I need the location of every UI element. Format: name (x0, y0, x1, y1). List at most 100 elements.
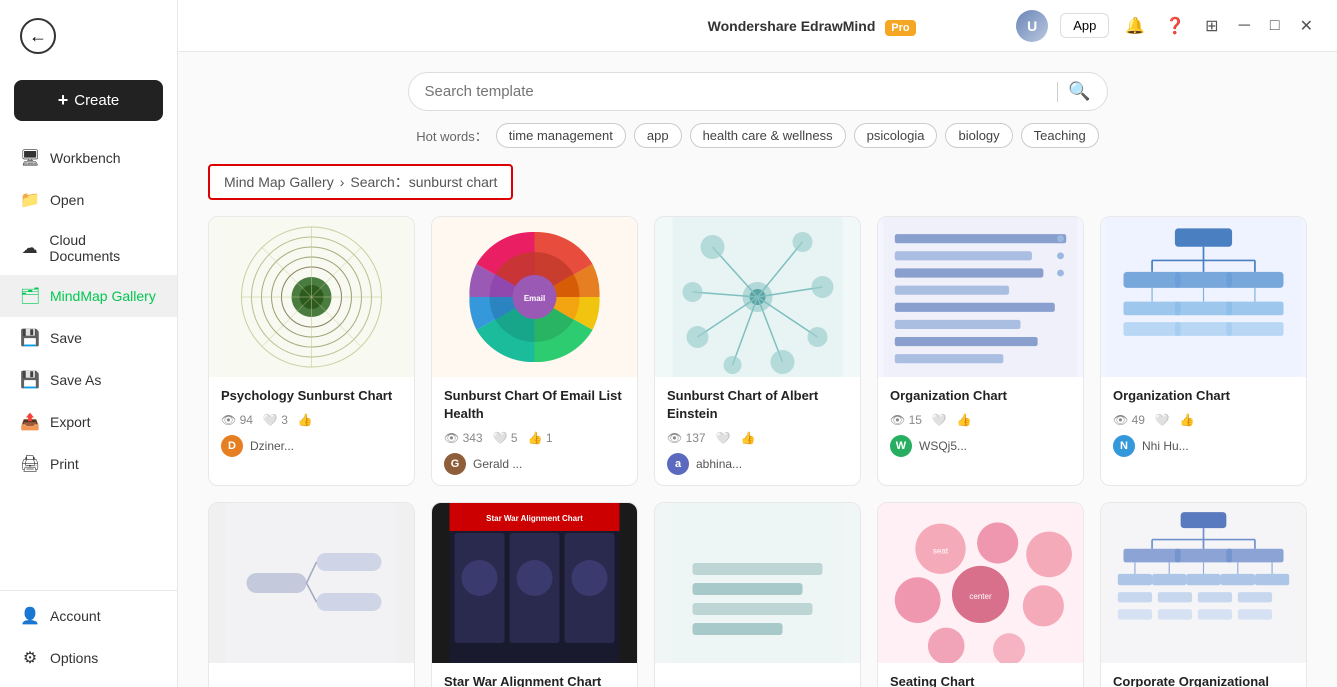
author-name-orgchart2: Nhi Hu... (1142, 439, 1189, 453)
close-icon[interactable]: ✕ (1296, 12, 1317, 40)
card-sunburst-email[interactable]: Email Sunburst Chart Of Email List Healt… (431, 216, 638, 486)
hot-tag-psicologia[interactable]: psicologia (854, 123, 938, 148)
card-thumb-orgchart2 (1101, 217, 1306, 377)
author-avatar-orgchart1: W (890, 435, 912, 457)
author-name-einstein: abhina... (696, 457, 742, 471)
hearts-orgchart2: 🤍 (1155, 413, 1170, 427)
card-einstein[interactable]: Sunburst Chart of Albert Einstein 👁 137 … (654, 216, 861, 486)
author-name-psychology: Dziner... (250, 439, 294, 453)
hot-tag-app[interactable]: app (634, 123, 682, 148)
sidebar-item-save[interactable]: 💾 Save (0, 317, 177, 359)
topbar: Wondershare EdrawMind Pro U App 🔔 ❓ ⊞ ─ … (178, 0, 1337, 52)
hearts-einstein: 🤍 (716, 431, 731, 445)
sidebar-nav: 🖥 Workbench 📁 Open ☁ Cloud Documents 🗂 M… (0, 137, 177, 590)
hot-tag-teaching[interactable]: Teaching (1021, 123, 1099, 148)
card-author-orgchart1: W WSQj5... (890, 435, 1071, 457)
author-name-orgchart1: WSQj5... (919, 439, 967, 453)
sidebar-item-cloud[interactable]: ☁ Cloud Documents (0, 221, 177, 275)
app-button[interactable]: App (1060, 13, 1109, 38)
back-circle-icon[interactable]: ← (20, 18, 56, 54)
hearts-email: 🤍 5 (493, 431, 518, 445)
card-title-starwars: Star War Alignment Chart (444, 673, 625, 687)
search-icon[interactable]: 🔍 (1068, 81, 1090, 102)
views-psychology: 👁 94 (221, 413, 253, 427)
sidebar-item-account[interactable]: 👤 Account (0, 595, 177, 637)
user-avatar[interactable]: U (1016, 10, 1048, 42)
card-title-orgchart1: Organization Chart (890, 387, 1071, 405)
sidebar: ← + Create 🖥 Workbench 📁 Open ☁ Cloud Do… (0, 0, 178, 687)
views-email: 👁 343 (444, 431, 483, 445)
search-divider (1057, 82, 1058, 102)
search-box[interactable]: 🔍 (408, 72, 1108, 111)
card-body-seating: Seating Chart 👁 45 🤍 👍 (878, 663, 1083, 687)
sidebar-item-export[interactable]: 📤 Export (0, 401, 177, 443)
sidebar-item-workbench[interactable]: 🖥 Workbench (0, 137, 177, 179)
card-title-corporate: Corporate Organizational Chart (1113, 673, 1294, 687)
hot-tag-healthcare[interactable]: health care & wellness (690, 123, 846, 148)
svg-text:Email: Email (524, 294, 545, 303)
card-bottom-left[interactable] (208, 502, 415, 687)
breadcrumb-current: Search：sunburst chart (350, 172, 497, 192)
breadcrumb-gallery[interactable]: Mind Map Gallery (224, 174, 334, 190)
card-author-email: G Gerald ... (444, 453, 625, 475)
minimize-icon[interactable]: ─ (1235, 13, 1254, 39)
create-button[interactable]: + Create (14, 80, 163, 121)
mindmap-icon: 🗂 (20, 286, 40, 306)
hot-tag-time[interactable]: time management (496, 123, 626, 148)
create-label: Create (74, 92, 119, 109)
export-icon: 📤 (20, 412, 40, 432)
card-body-psychology: Psychology Sunburst Chart 👁 94 🤍 3 👍 D D… (209, 377, 414, 467)
gallery-grid: Psychology Sunburst Chart 👁 94 🤍 3 👍 D D… (208, 216, 1307, 687)
save-as-icon: 💾 (20, 370, 40, 390)
card-orgchart1[interactable]: Organization Chart 👁 15 🤍 👍 W WSQj5... (877, 216, 1084, 486)
card-thumb-seating: seat center (878, 503, 1083, 663)
hearts-orgchart1: 🤍 (932, 413, 947, 427)
card-body-bottom-left (209, 663, 414, 687)
search-area: 🔍 Hot words： time management app health … (208, 72, 1307, 148)
author-avatar-psychology: D (221, 435, 243, 457)
hot-words: Hot words： time management app health ca… (416, 123, 1098, 148)
author-name-email: Gerald ... (473, 457, 522, 471)
card-meta-psychology: 👁 94 🤍 3 👍 (221, 413, 402, 427)
sidebar-item-print[interactable]: 🖨 Print (0, 443, 177, 485)
card-orgchart2[interactable]: Organization Chart 👁 49 🤍 👍 N Nhi Hu... (1100, 216, 1307, 486)
card-psychology-sunburst[interactable]: Psychology Sunburst Chart 👁 94 🤍 3 👍 D D… (208, 216, 415, 486)
card-thumb-einstein (655, 217, 860, 377)
sidebar-item-mindmap-gallery[interactable]: 🗂 MindMap Gallery (0, 275, 177, 317)
grid-icon[interactable]: ⊞ (1201, 12, 1222, 40)
plus-icon: + (58, 90, 69, 111)
save-icon: 💾 (20, 328, 40, 348)
sidebar-open-label: Open (50, 192, 84, 208)
help-icon[interactable]: ❓ (1161, 12, 1189, 40)
card-bottom-einstein[interactable] (654, 502, 861, 687)
sidebar-save-label: Save (50, 330, 82, 346)
search-input[interactable] (425, 83, 1048, 100)
card-body-corporate: Corporate Organizational Chart 👁 7 🤍 👍 (1101, 663, 1306, 687)
sidebar-item-open[interactable]: 📁 Open (0, 179, 177, 221)
sidebar-item-save-as[interactable]: 💾 Save As (0, 359, 177, 401)
card-title-orgchart2: Organization Chart (1113, 387, 1294, 405)
thumbs-orgchart1: 👍 (957, 413, 972, 427)
card-thumb-orgchart1 (878, 217, 1083, 377)
card-title-seating: Seating Chart (890, 673, 1071, 687)
hot-tag-biology[interactable]: biology (945, 123, 1012, 148)
card-title-psychology: Psychology Sunburst Chart (221, 387, 402, 405)
open-icon: 📁 (20, 190, 40, 210)
sidebar-item-options[interactable]: ⚙ Options (0, 637, 177, 679)
back-button[interactable]: ← (0, 0, 177, 72)
sidebar-mindmap-label: MindMap Gallery (50, 288, 156, 304)
bell-icon[interactable]: 🔔 (1121, 12, 1149, 40)
sidebar-options-label: Options (50, 650, 98, 666)
card-meta-orgchart1: 👁 15 🤍 👍 (890, 413, 1071, 427)
card-thumb-email: Email (432, 217, 637, 377)
sidebar-print-label: Print (50, 456, 79, 472)
views-orgchart2: 👁 49 (1113, 413, 1145, 427)
card-body-orgchart2: Organization Chart 👁 49 🤍 👍 N Nhi Hu... (1101, 377, 1306, 467)
maximize-icon[interactable]: □ (1266, 13, 1284, 39)
card-thumb-corporate (1101, 503, 1306, 663)
hearts-psychology: 🤍 3 (263, 413, 288, 427)
card-seating[interactable]: seat center Seating Chart 👁 45 🤍 👍 (877, 502, 1084, 687)
card-corporate-org[interactable]: Corporate Organizational Chart 👁 7 🤍 👍 (1100, 502, 1307, 687)
breadcrumb-separator: › (340, 174, 345, 190)
card-starwars[interactable]: Star War Alignment Chart Star War Alignm… (431, 502, 638, 687)
